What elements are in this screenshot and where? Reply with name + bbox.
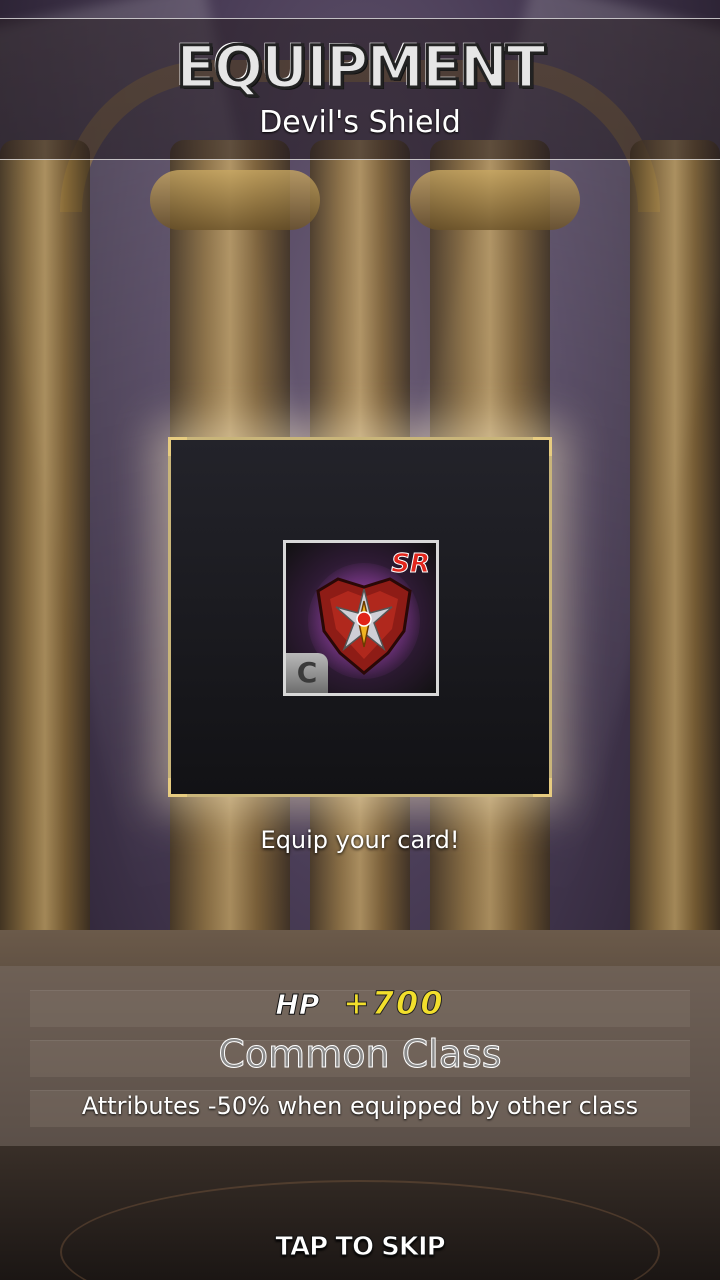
attribute-note: Attributes -50% when equipped by other c… [81,1092,639,1120]
equipment-card[interactable]: SR C [283,540,439,696]
corner-ornament [168,437,187,456]
page-title: EQUIPMENT [175,32,548,103]
item-name: Devil's Shield [259,105,461,140]
tap-to-skip-button[interactable]: TAP TO SKIP [0,1232,720,1263]
equip-prompt: Equip your card! [260,826,460,854]
corner-ornament [533,778,552,797]
corner-ornament [533,437,552,456]
hp-value: +700 [342,984,445,1023]
stats-panel: HP +700 Common Class Attributes -50% whe… [0,966,720,1146]
header-banner: EQUIPMENT Devil's Shield [0,18,720,160]
class-name: Common Class [218,1032,502,1077]
pillar-capital [150,170,320,230]
hp-stat: HP +700 [0,984,720,1023]
card-panel: SR C [168,437,552,797]
corner-ornament [168,778,187,797]
hp-label: HP [275,988,320,1022]
rarity-badge: SR [391,549,431,580]
class-badge: C [286,653,328,693]
pillar-capital [410,170,580,230]
